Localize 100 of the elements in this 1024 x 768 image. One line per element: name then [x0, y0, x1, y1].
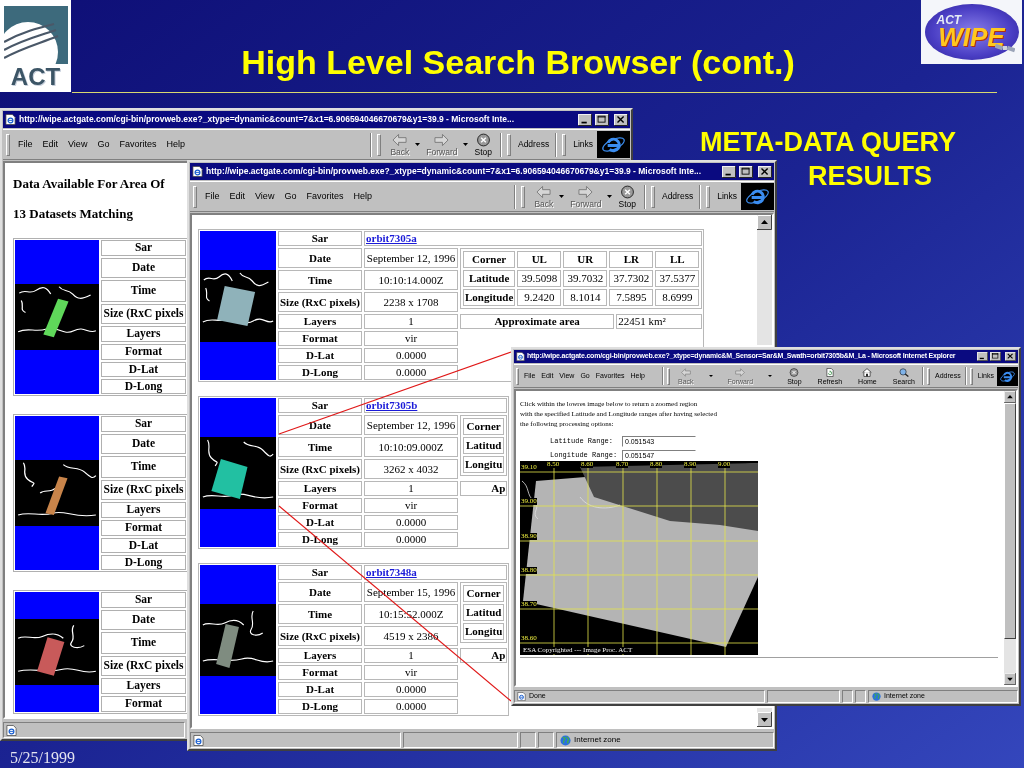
- links-label: Links: [716, 190, 738, 203]
- label-cell: D-Long: [101, 555, 186, 570]
- value-cell: 1: [364, 314, 458, 329]
- label-cell: Format: [101, 520, 186, 536]
- value-cell: 1: [364, 648, 458, 663]
- value-cell: 3262 x 4032: [364, 459, 458, 479]
- page-icon: [517, 692, 526, 701]
- value-cell: September 12, 1996: [364, 415, 458, 435]
- label-cell: D-Long: [278, 699, 362, 714]
- caret-icon[interactable]: [607, 195, 613, 198]
- label-cell: Date: [278, 248, 362, 268]
- label-cell: Size (RxC pixels): [278, 459, 362, 479]
- scroll-up-icon[interactable]: [757, 215, 772, 230]
- scrollbar-track[interactable]: [757, 215, 772, 345]
- label-cell: Format: [278, 331, 362, 346]
- minimize-icon[interactable]: [578, 113, 592, 126]
- menu-item[interactable]: Edit: [37, 137, 64, 152]
- label-cell: Time: [101, 280, 186, 302]
- label-cell: Date: [278, 415, 362, 435]
- caret-icon[interactable]: [708, 375, 713, 377]
- value-cell: 8.1014: [563, 289, 608, 306]
- maximize-icon[interactable]: [739, 165, 753, 178]
- label-cell: Longitu: [463, 456, 505, 473]
- label-cell: D-Lat: [101, 362, 186, 377]
- maximize-icon[interactable]: [595, 113, 609, 126]
- label-cell: Longitu: [463, 623, 505, 640]
- header-cell: LL: [655, 251, 700, 268]
- scroll-down-icon[interactable]: [1004, 673, 1016, 685]
- caret-icon[interactable]: [415, 143, 421, 146]
- globe-icon: [872, 692, 881, 701]
- page-icon: [193, 734, 204, 746]
- label-cell: Layers: [278, 481, 362, 496]
- minimize-icon[interactable]: [977, 352, 988, 361]
- scroll-up-icon[interactable]: [1004, 391, 1016, 403]
- value-cell: 0.0000: [364, 365, 458, 380]
- home-icon: [862, 367, 873, 377]
- search-icon: [898, 367, 909, 377]
- scroll-down-icon[interactable]: [757, 712, 772, 727]
- value-cell: 39.7032: [563, 270, 608, 287]
- browser-logo-icon: [997, 366, 1018, 386]
- menu-item[interactable]: View: [63, 137, 93, 152]
- dataset-link[interactable]: orbit7305a: [366, 233, 417, 244]
- label-cell: Latitude: [463, 270, 516, 287]
- label-cell: D-Long: [278, 365, 362, 380]
- label-cell: Sar: [278, 231, 362, 246]
- slide-caption: RESULTS: [808, 160, 932, 192]
- scrollbar-track[interactable]: [757, 708, 772, 727]
- value-cell: 37.5377: [655, 270, 700, 287]
- header-cell: Corner: [463, 418, 505, 435]
- label-cell: Date: [101, 258, 186, 278]
- label-cell: Date: [278, 582, 362, 602]
- menu-item[interactable]: File: [200, 189, 225, 204]
- caret-icon[interactable]: [463, 143, 469, 146]
- status-panel: [855, 690, 866, 703]
- value-cell: 0.0000: [364, 682, 458, 697]
- stop-button[interactable]: Stop: [470, 132, 496, 157]
- label-cell: Latitud: [463, 437, 505, 454]
- slide-date: 5/25/1999: [10, 749, 75, 767]
- close-icon[interactable]: [1005, 352, 1016, 361]
- label-cell: Sar: [278, 398, 362, 413]
- menu-item[interactable]: Favorites: [301, 189, 349, 204]
- browser-logo-icon: [741, 183, 774, 210]
- value-cell: 0.0000: [364, 532, 458, 547]
- menu-item[interactable]: Help: [161, 137, 190, 152]
- window-title: http://wipe.actgate.com/cgi-bin/provweb.exe?_xtype=dynamic&count=7&x1=6.906594046670679&y1=39.9 - Microsoft Inte...: [206, 165, 703, 178]
- menu-item[interactable]: View: [250, 189, 280, 204]
- value-cell: 0.0000: [364, 348, 458, 363]
- links-label: Links: [572, 138, 594, 151]
- dataset-link[interactable]: orbit7348a: [366, 567, 417, 578]
- minimize-icon[interactable]: [722, 165, 736, 178]
- value-cell: September 12, 1996: [364, 248, 458, 268]
- maximize-icon[interactable]: [990, 352, 1001, 361]
- label-cell: Time: [101, 632, 186, 654]
- forward-arrow-icon: [578, 184, 594, 199]
- stop-icon: [619, 184, 635, 199]
- menu-item[interactable]: Help: [348, 189, 377, 204]
- label-cell: Date: [101, 434, 186, 454]
- menu-item[interactable]: Edit: [224, 189, 251, 204]
- caret-icon[interactable]: [559, 195, 565, 198]
- menu-item[interactable]: Go: [279, 189, 302, 204]
- satellite-image[interactable]: [520, 461, 758, 655]
- label-cell: D-Lat: [278, 348, 362, 363]
- stop-icon: [475, 132, 491, 147]
- caret-icon[interactable]: [768, 375, 773, 377]
- scrollbar-track[interactable]: [1004, 391, 1016, 685]
- forward-arrow-icon: [735, 367, 746, 377]
- close-icon[interactable]: [758, 165, 772, 178]
- scrollbar-thumb[interactable]: [1004, 403, 1016, 639]
- close-icon[interactable]: [614, 113, 628, 126]
- menu-item[interactable]: Favorites: [114, 137, 162, 152]
- dataset-link[interactable]: orbit7305b: [366, 400, 418, 411]
- menu-item[interactable]: Go: [92, 137, 115, 152]
- label-cell: Sar: [101, 240, 186, 256]
- label-cell: D-Long: [101, 379, 186, 394]
- menu-item[interactable]: File: [13, 137, 38, 152]
- label-cell: Format: [101, 344, 186, 360]
- address-label: Address: [660, 190, 695, 203]
- stop-button[interactable]: Stop: [614, 184, 640, 209]
- label-cell: Format: [278, 665, 362, 680]
- back-arrow-icon: [536, 184, 552, 199]
